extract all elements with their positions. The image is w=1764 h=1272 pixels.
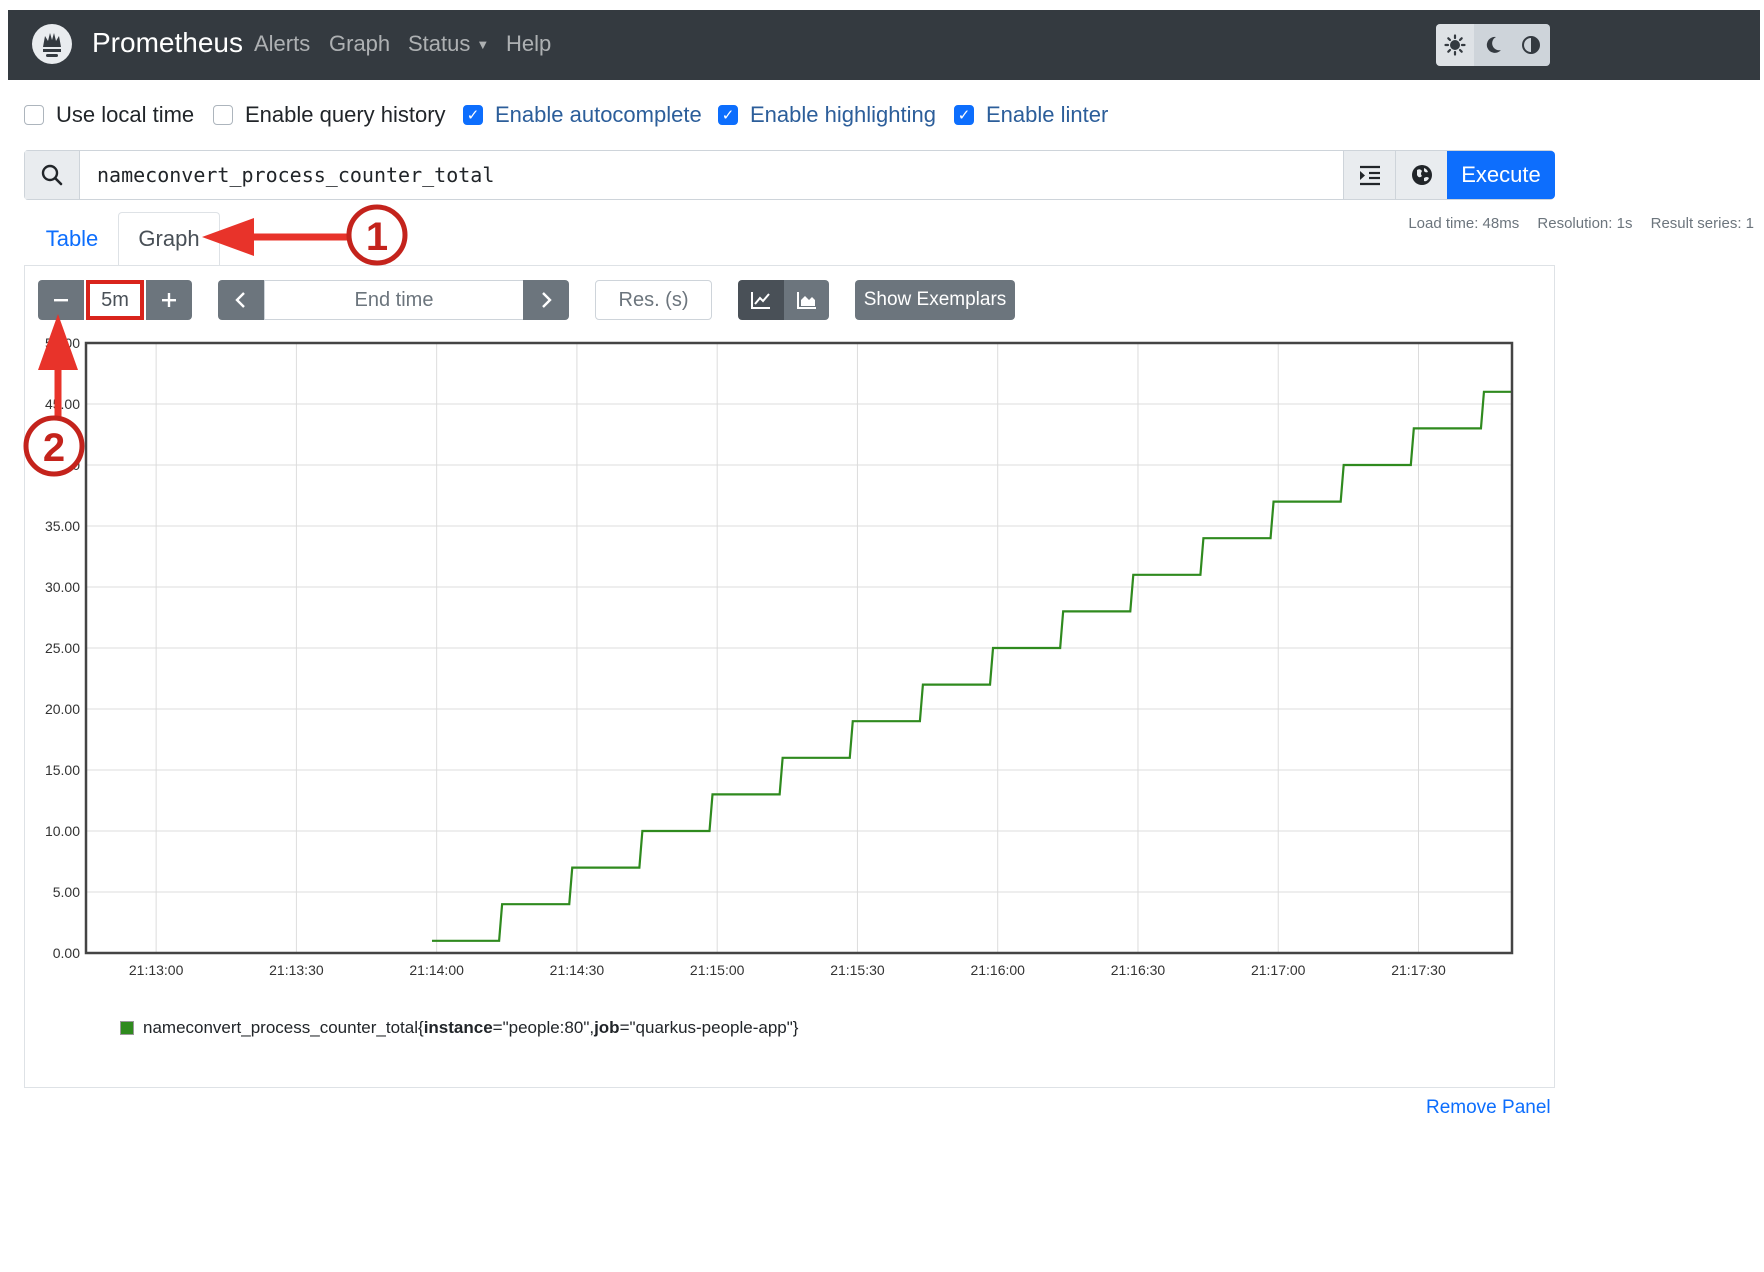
tutorial-annotations: 1 2 xyxy=(23,204,408,477)
annotation-arrow-1: 1 xyxy=(202,204,408,266)
annotation-number-2: 2 xyxy=(43,426,65,470)
annotation-number-1: 1 xyxy=(366,215,388,259)
annotation-arrow-2: 2 xyxy=(23,314,85,477)
